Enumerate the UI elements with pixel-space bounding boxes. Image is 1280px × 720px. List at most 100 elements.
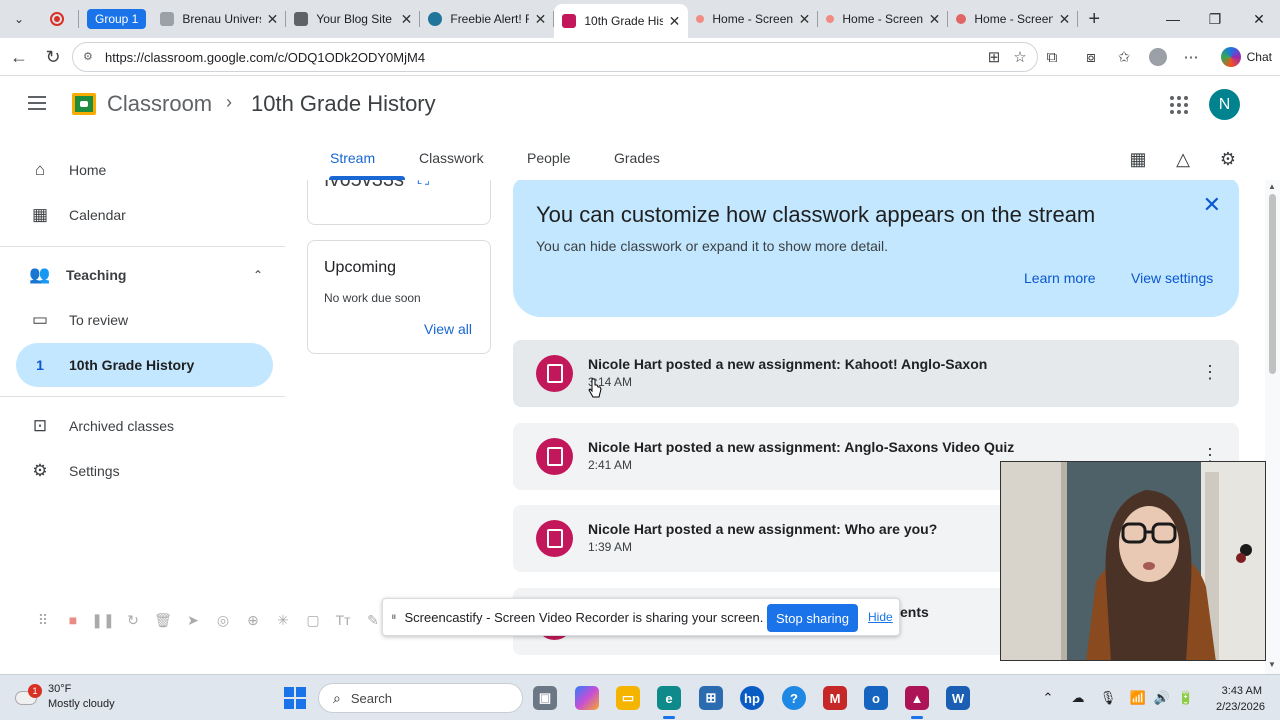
sidebar-item-settings[interactable]: ⚙ Settings — [16, 449, 273, 493]
browser-tab-screencastify-3[interactable]: Home - Screenc ✕ — [948, 4, 1079, 34]
close-tab-icon[interactable]: ✕ — [401, 11, 413, 28]
tab-search-chevron-icon[interactable]: ⌄ — [4, 4, 34, 34]
browser-tab-classroom[interactable]: 10th Grade Hist ✕ — [554, 4, 689, 38]
sidebar-item-archived[interactable]: ⊡ Archived classes — [16, 404, 273, 448]
page-scrollbar[interactable]: ▲ ▼ — [1265, 180, 1280, 674]
sidebar-section-teaching[interactable]: 👥 Teaching ⌃ — [16, 253, 273, 297]
screencastify-app-icon[interactable]: ▲ — [905, 686, 929, 719]
battery-icon[interactable]: 🔋 — [1176, 687, 1196, 709]
main-menu-icon[interactable] — [28, 96, 46, 110]
tab-stream[interactable]: Stream — [330, 150, 375, 166]
favorites-icon[interactable]: ✩ — [1109, 42, 1139, 72]
class-settings-gear-icon[interactable]: ⚙ — [1217, 148, 1239, 170]
edge-browser-icon[interactable]: e — [657, 686, 681, 719]
recording-icon[interactable] — [50, 12, 64, 26]
split-screen-icon[interactable]: ⧇ — [1076, 42, 1106, 72]
system-clock[interactable]: 3:43 AM 2/23/2026 — [1216, 683, 1265, 715]
tab-grades[interactable]: Grades — [614, 150, 660, 166]
sidebar-item-to-review[interactable]: ▭ To review — [16, 298, 273, 342]
browser-tab-screencastify-2[interactable]: Home - Screenc ✕ — [818, 4, 949, 34]
restore-window-icon[interactable]: ❐ — [1192, 0, 1238, 38]
drag-handle-icon[interactable]: ⠿ — [34, 611, 52, 629]
browser-tab-freebie[interactable]: Freebie Alert! Re ✕ — [420, 4, 555, 34]
course-title[interactable]: 10th Grade History — [251, 91, 436, 117]
stream-post[interactable]: Nicole Hart posted a new assignment: Kah… — [513, 340, 1239, 407]
word-icon[interactable]: W — [946, 686, 970, 710]
close-icon[interactable]: ✕ — [1203, 192, 1221, 218]
windows-start-icon[interactable] — [284, 687, 306, 709]
browser-tab-screencastify-1[interactable]: Home - Screenc ✕ — [688, 4, 819, 34]
tab-people[interactable]: People — [527, 150, 571, 166]
close-tab-icon[interactable]: ✕ — [799, 11, 811, 28]
microsoft-store-icon[interactable]: ⊞ — [699, 686, 723, 710]
scrollbar-thumb[interactable] — [1269, 194, 1276, 374]
pointer-tool-icon[interactable]: ➤ — [184, 611, 202, 629]
stop-recording-icon[interactable]: ■ — [64, 611, 82, 629]
tab-classwork[interactable]: Classwork — [419, 150, 484, 166]
fullscreen-expand-icon[interactable]: ⛶ — [418, 180, 429, 189]
reload-icon[interactable]: ↻ — [36, 40, 70, 74]
stop-sharing-button[interactable]: Stop sharing — [767, 604, 858, 632]
address-bar[interactable]: ⚙ https://classroom.google.com/c/ODQ1ODk… — [72, 42, 1038, 72]
scroll-up-arrow-icon[interactable]: ▲ — [1268, 182, 1276, 191]
view-all-link[interactable]: View all — [424, 321, 472, 337]
volume-icon[interactable]: 🔊 — [1152, 687, 1172, 709]
close-tab-icon[interactable]: ✕ — [1059, 11, 1071, 28]
scroll-down-arrow-icon[interactable]: ▼ — [1268, 660, 1276, 669]
delete-icon[interactable]: 🗑 — [154, 611, 172, 629]
back-arrow-icon[interactable]: ← — [2, 40, 36, 74]
bookmark-star-icon[interactable]: ☆ — [1005, 42, 1035, 72]
extensions-puzzle-icon[interactable]: ⧉ — [1037, 42, 1067, 72]
minimize-window-icon[interactable]: — — [1150, 0, 1196, 38]
chevron-up-icon[interactable]: ⌃ — [253, 268, 263, 282]
microphone-icon[interactable]: 🎙 — [1098, 687, 1118, 709]
account-avatar[interactable]: N — [1209, 89, 1240, 120]
google-apps-icon[interactable] — [1170, 96, 1188, 114]
browser-tab-brenau[interactable]: Brenau University ✕ — [152, 4, 287, 34]
restart-icon[interactable]: ↻ — [124, 611, 142, 629]
close-tab-icon[interactable]: ✕ — [929, 11, 941, 28]
view-settings-button[interactable]: View settings — [1131, 270, 1213, 286]
close-window-icon[interactable]: ✕ — [1236, 0, 1280, 38]
mcafee-icon[interactable]: M — [823, 686, 847, 710]
taskbar-search[interactable]: ⌕ Search — [318, 683, 523, 713]
copilot-app-icon[interactable] — [575, 686, 599, 710]
webcam-overlay[interactable] — [1000, 461, 1266, 661]
wifi-icon[interactable]: 📶 — [1128, 687, 1148, 709]
brand-name[interactable]: Classroom — [107, 91, 212, 117]
pause-icon[interactable]: ❚❚ — [91, 611, 114, 629]
help-icon[interactable]: ? — [782, 686, 806, 710]
drive-icon[interactable]: △ — [1172, 148, 1194, 170]
outlook-icon[interactable]: o — [864, 686, 888, 710]
text-tool-icon[interactable]: Tт — [334, 611, 352, 629]
close-tab-icon[interactable]: ✕ — [535, 11, 547, 28]
close-tab-icon[interactable]: ✕ — [267, 11, 279, 28]
sidebar-item-calendar[interactable]: ▦ Calendar — [16, 193, 273, 237]
weather-widget[interactable]: 1 30°F Mostly cloudy — [14, 682, 115, 712]
spotlight-icon[interactable]: ◎ — [214, 611, 232, 629]
zoom-icon[interactable]: ⊕ — [244, 611, 262, 629]
more-menu-icon[interactable]: ⋯ — [1176, 42, 1206, 72]
show-hidden-icons-chevron-icon[interactable]: ⌃ — [1038, 687, 1058, 709]
sidebar-item-home[interactable]: ⌂ Home — [16, 148, 273, 192]
site-info-icon[interactable]: ⚙ — [83, 50, 97, 64]
calendar-icon[interactable]: ▦ — [1127, 148, 1149, 170]
tab-group-chip[interactable]: Group 1 — [87, 9, 147, 29]
click-highlight-icon[interactable]: ✳ — [274, 611, 292, 629]
hp-icon[interactable]: hp — [740, 686, 764, 710]
learn-more-button[interactable]: Learn more — [1024, 270, 1096, 286]
browser-tab-blog[interactable]: Your Blog Site U ✕ — [286, 4, 421, 34]
eraser-icon[interactable]: ✎ — [364, 611, 382, 629]
onedrive-cloud-icon[interactable]: ☁ — [1068, 687, 1088, 709]
sidebar-item-10th-grade-history[interactable]: 1 10th Grade History — [16, 343, 273, 387]
share-bar-grip-icon[interactable]: ⏸ — [391, 611, 397, 624]
file-explorer-icon[interactable]: ▭ — [616, 686, 640, 710]
classroom-logo-icon[interactable] — [72, 93, 96, 115]
copilot-chat-button[interactable]: Chat — [1220, 44, 1272, 70]
close-tab-icon[interactable]: ✕ — [669, 13, 681, 30]
rectangle-tool-icon[interactable]: ▢ — [304, 611, 322, 629]
task-view-icon[interactable]: ▣ — [533, 686, 557, 710]
more-options-icon[interactable]: ⋮ — [1201, 362, 1219, 383]
hide-share-bar-link[interactable]: Hide — [868, 610, 893, 624]
new-tab-plus-icon[interactable]: + — [1088, 8, 1100, 31]
